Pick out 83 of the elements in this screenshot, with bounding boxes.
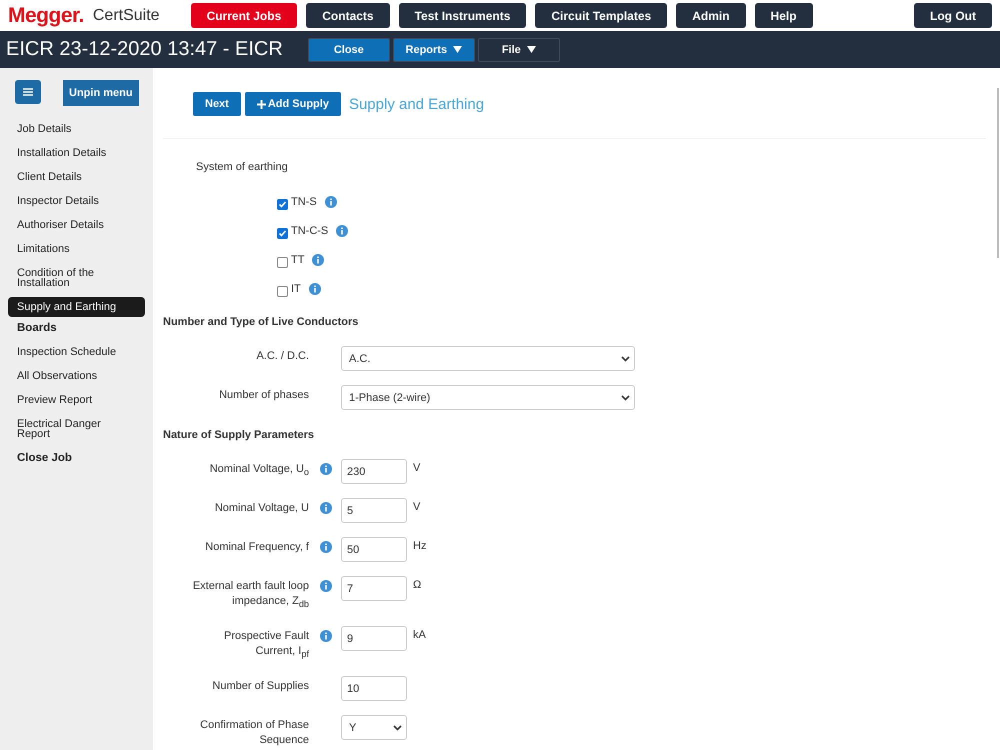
info-icon[interactable] [336,225,348,237]
section-heading: Number and Type of Live Conductors [163,316,360,328]
field-label: Nominal Frequency, f [204,540,309,555]
sidebar-item[interactable]: Electrical Danger Report [8,414,145,444]
info-icon[interactable] [320,541,332,553]
menu-button[interactable] [15,80,41,104]
field-label: External earth fault loop impedance, Z$_{db}$ [192,579,309,612]
page-heading: Supply and Earthing [348,96,484,112]
sidebar-item[interactable]: Close Job [8,448,145,468]
input-field[interactable]: 50 [341,537,407,562]
info-icon[interactable] [320,630,332,642]
info-icon[interactable] [308,283,321,295]
checkbox-label: TT [291,254,304,266]
sidebar-item[interactable]: Supply and Earthing [8,297,145,317]
checkbox[interactable] [277,199,288,210]
plus-icon [256,100,266,108]
caret-icon [453,46,462,53]
toolbar-button[interactable]: Next [193,92,241,116]
sidebar-item[interactable]: Condition of the Installation [8,263,145,293]
input-field[interactable]: 230 [341,459,407,484]
input-field[interactable]: 10 [341,676,407,702]
sidebar-item[interactable]: Authoriser Details [8,215,145,235]
nav-button[interactable]: Test Instruments [398,3,526,28]
product-name: CertSuite [92,6,160,24]
field-label: A.C. / D.C. [255,349,309,364]
caret-icon [526,46,536,53]
unit-label: Hz [413,539,428,552]
menu-icon [23,88,33,96]
logout-button[interactable]: Log Out [914,3,992,28]
checkbox-label: TN-C-S [291,225,328,237]
sidebar-item[interactable]: Installation Details [8,143,145,163]
input-field[interactable]: 5 [341,498,407,523]
checkbox-label: IT [291,283,301,295]
info-icon[interactable] [320,580,332,592]
sidebar-item[interactable]: Preview Report [8,390,145,410]
select-field[interactable]: 1-Phase (2-wire) [341,385,635,410]
unit-label: V [413,500,422,513]
field-label: System of earthing [196,161,288,173]
field-label: Nominal Voltage, U [214,501,309,516]
unit-label: V [413,461,422,474]
sidebar-item[interactable]: Inspector Details [8,191,145,211]
input-field[interactable]: 9 [341,626,407,652]
toolbar-button[interactable]: Add Supply [244,92,341,116]
checkbox[interactable] [277,286,288,297]
sidebar-item[interactable]: Job Details [8,119,145,139]
select-field[interactable]: A.C. [341,346,635,371]
checkbox-label: TN-S [291,196,317,208]
nav-button[interactable]: Circuit Templates [535,3,668,28]
unit-label: Ω [413,578,422,591]
sidebar-item[interactable]: Inspection Schedule [8,342,145,362]
brand-logo: Megger. [8,4,84,28]
scrollbar[interactable] [997,88,999,258]
info-icon[interactable] [320,463,332,475]
select-field[interactable]: Y [341,715,407,740]
job-title: EICR 23-12-2020 13:47 - EICR [6,38,283,61]
field-label: Nominal Voltage, U$_{o}$ [208,462,309,480]
chevron-down-icon [393,724,402,731]
nav-button[interactable]: Help [754,3,813,28]
sidebar-item[interactable]: Client Details [8,167,145,187]
checkbox[interactable] [277,257,288,268]
field-label: Number of phases [218,388,309,403]
section-heading: Nature of Supply Parameters [163,429,315,441]
nav-button[interactable]: Admin [676,3,746,28]
job-action-button[interactable]: Reports [392,38,475,62]
job-action-button[interactable]: File [478,38,560,62]
job-action-button[interactable]: Close [308,38,390,62]
chevron-down-icon [621,356,630,362]
sidebar-item[interactable]: Limitations [8,239,145,259]
info-icon[interactable] [312,254,324,266]
nav-button[interactable]: Contacts [306,3,390,28]
nav-button[interactable]: Current Jobs [190,3,298,28]
chevron-down-icon [621,394,630,400]
info-icon[interactable] [324,196,337,208]
field-label: Prospective Fault Current, I$_{pf}$ [223,629,309,662]
input-field[interactable]: 7 [341,576,407,601]
unpin-menu-button[interactable]: Unpin menu [63,80,139,106]
unit-label: kA [413,628,427,642]
field-label: Number of Supplies [211,679,309,694]
field-label: Confirmation of Phase Sequence [199,718,309,748]
sidebar-item[interactable]: Boards [8,318,145,338]
info-icon[interactable] [320,502,332,514]
sidebar-item[interactable]: All Observations [8,366,145,386]
checkbox[interactable] [277,228,288,239]
